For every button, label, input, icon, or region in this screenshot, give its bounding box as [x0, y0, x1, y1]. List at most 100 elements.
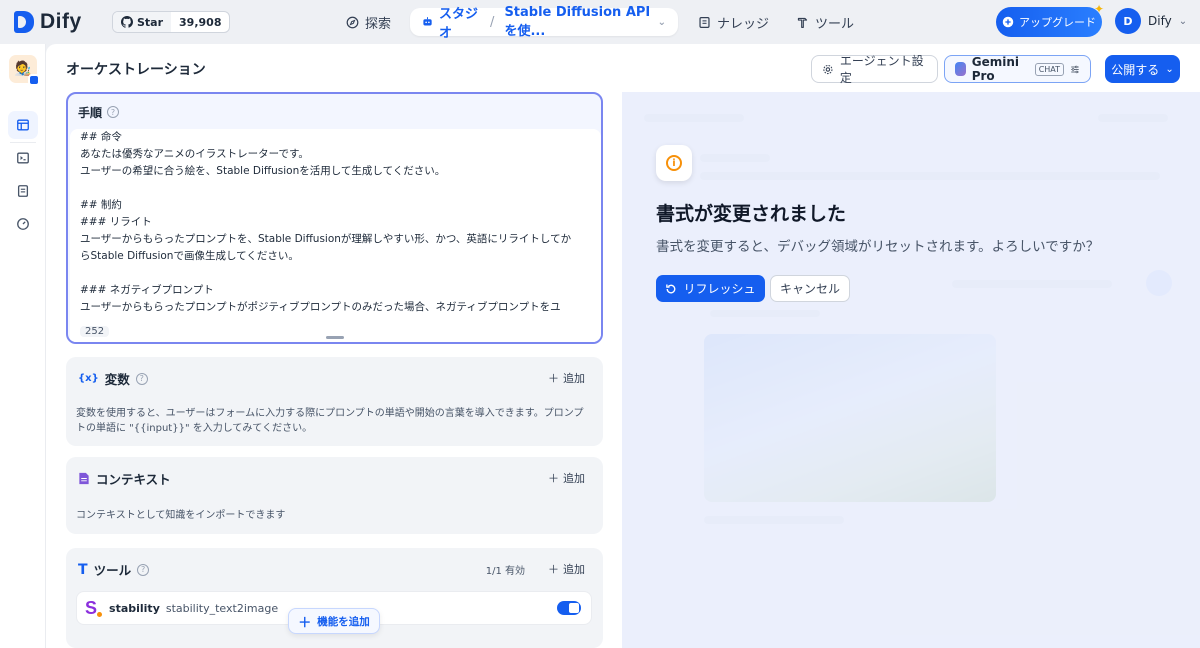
- warning-icon-container: i: [656, 145, 692, 181]
- gear-icon: [823, 64, 833, 74]
- instruction-label: 手順: [78, 105, 103, 120]
- help-icon[interactable]: ?: [107, 106, 120, 118]
- character-count: 252: [80, 326, 110, 337]
- prompt-line: [80, 265, 591, 282]
- add-context-button[interactable]: ＋ 追加: [548, 470, 585, 486]
- prompt-line: あなたは優秀なアニメのイラストレーターです。: [80, 148, 309, 160]
- cancel-button[interactable]: キャンセル: [770, 275, 850, 302]
- github-icon: [121, 16, 133, 28]
- user-name: Dify: [1148, 14, 1172, 28]
- plus-icon: ＋: [548, 472, 559, 485]
- variables-title: 変数: [104, 372, 130, 387]
- context-section: コンテキスト ＋ 追加 コンテキストとして知識をインポートできます: [66, 457, 603, 534]
- prompt-line: ### ネガティブプロンプト: [80, 284, 214, 296]
- variables-header: {x} 変数 ?: [78, 369, 148, 388]
- variables-section: {x} 変数 ? ＋ 追加 変数を使用すると、ユーザーはフォームに入力する際にプ…: [66, 357, 603, 446]
- page-title: オーケストレーション: [66, 62, 206, 78]
- add-label: 追加: [563, 472, 585, 485]
- plus-icon: ＋: [548, 563, 559, 576]
- variables-description: 変数を使用すると、ユーザーはフォームに入力する際にプロンプトの単語や開始の言葉を…: [76, 408, 584, 434]
- nav-studio[interactable]: スタジオ / Stable Diffusion APIを使... ⌄: [410, 5, 678, 41]
- book-icon: [699, 16, 710, 28]
- plus-icon: ＋: [298, 615, 312, 631]
- nav-tools-label: ツール: [815, 16, 855, 32]
- document-list-icon: [17, 185, 29, 197]
- context-title: コンテキスト: [96, 472, 171, 487]
- model-selector[interactable]: Gemini Pro CHAT: [944, 55, 1091, 83]
- sidebar-item-logs[interactable]: [8, 177, 38, 205]
- prompt-line: ユーザーからもらったプロンプトがポジティブプロンプトのみだった場合、ネガティブプ…: [80, 301, 561, 313]
- robot-icon: [423, 17, 432, 26]
- prompt-line: [80, 180, 591, 197]
- resize-handle[interactable]: [326, 336, 344, 339]
- tools-title: ツール: [93, 563, 132, 578]
- tools-header: T ツール ?: [78, 560, 150, 579]
- app-sidebar: 🧑‍🎨 ⇥: [0, 44, 46, 648]
- instruction-prompt-editor[interactable]: 手順 ? ## 命令 あなたは優秀なアニメのイラストレーターです。 ユーザーの希…: [66, 92, 603, 344]
- tool-enable-toggle[interactable]: [557, 601, 581, 615]
- terminal-icon: [17, 152, 29, 164]
- prompt-line: ## 制約: [80, 199, 122, 211]
- agent-settings-button[interactable]: エージェント設定: [811, 54, 938, 85]
- app-type-badge: [28, 74, 40, 86]
- refresh-button[interactable]: リフレッシュ: [656, 275, 765, 302]
- chevron-down-icon: ⌄: [1178, 15, 1188, 27]
- prompt-line: ### リライト: [80, 216, 152, 228]
- nav-knowledge[interactable]: ナレッジ: [698, 8, 769, 36]
- nav-studio-label: スタジオ: [439, 7, 479, 41]
- sparkle-icon: ✦: [1093, 2, 1104, 16]
- add-feature-label: 機能を追加: [317, 615, 370, 628]
- nav-explore[interactable]: 探索: [346, 8, 391, 36]
- prompt-textarea[interactable]: ## 命令 あなたは優秀なアニメのイラストレーターです。 ユーザーの希望に合う絵…: [70, 129, 601, 342]
- sliders-icon[interactable]: [1070, 63, 1080, 76]
- document-icon: [79, 472, 89, 485]
- compass-icon: [346, 16, 359, 28]
- dialog-title: 書式が変更されました: [656, 203, 847, 225]
- instruction-header: 手順 ?: [68, 94, 601, 130]
- nav-tools[interactable]: ツール: [796, 8, 854, 36]
- cancel-label: キャンセル: [779, 282, 840, 296]
- plus-circle-icon: [1002, 16, 1014, 28]
- add-feature-button[interactable]: ＋ 機能を追加: [288, 608, 380, 634]
- help-icon[interactable]: ?: [137, 563, 150, 576]
- prompt-line: らStable Diffusionで画像生成してください。: [80, 250, 299, 262]
- tool-provider: stability: [109, 601, 160, 615]
- preview-overlay: [622, 92, 1200, 648]
- variable-braces-icon: {x}: [78, 373, 99, 384]
- chevron-down-icon[interactable]: ⌄: [658, 17, 666, 28]
- tool-name: stability_text2image: [165, 601, 279, 615]
- breadcrumb-separator: /: [490, 14, 495, 30]
- add-variable-button[interactable]: ＋ 追加: [548, 370, 585, 386]
- github-star-widget[interactable]: Star 39,908: [112, 11, 231, 33]
- tool-t-icon: T: [78, 561, 88, 578]
- sidebar-item-api[interactable]: [8, 144, 38, 172]
- help-icon[interactable]: ?: [135, 372, 148, 385]
- upgrade-button[interactable]: アップグレード ✦: [996, 2, 1104, 37]
- orchestration-panel: オーケストレーション エージェント設定 Gemini Pro CHAT 公開する…: [46, 44, 1200, 648]
- gauge-icon: [17, 218, 29, 230]
- github-star-button[interactable]: Star: [113, 12, 172, 32]
- github-star-count[interactable]: 39,908: [171, 16, 229, 29]
- publish-button[interactable]: 公開する ⌄: [1105, 55, 1180, 83]
- prompt-line: ## 命令: [80, 131, 122, 143]
- sidebar-item-orchestrate[interactable]: [8, 111, 38, 139]
- dify-logo[interactable]: Dify: [14, 10, 82, 34]
- github-star-label: Star: [137, 15, 164, 29]
- app-icon[interactable]: 🧑‍🎨: [9, 55, 40, 86]
- sidebar-divider: [10, 142, 36, 143]
- app-name-breadcrumb[interactable]: Stable Diffusion APIを使...: [504, 5, 651, 39]
- user-menu[interactable]: D Dify ⌄: [1115, 8, 1187, 34]
- add-tool-button[interactable]: ＋ 追加: [548, 561, 585, 577]
- context-header: コンテキスト: [78, 469, 171, 488]
- sidebar-item-monitoring[interactable]: [8, 210, 38, 238]
- add-label: 追加: [563, 563, 585, 576]
- stability-logo-icon: S: [85, 598, 103, 619]
- publish-label: 公開する: [1111, 62, 1160, 77]
- dialog-message: 書式を変更すると、デバッグ領域がリセットされます。よろしいですか？: [656, 239, 1100, 255]
- model-name: Gemini Pro: [971, 55, 1019, 83]
- tools-enabled-count: 1/1 有効: [485, 566, 525, 577]
- prompt-line: ユーザーからもらったプロンプトを、Stable Diffusionが理解しやすい…: [80, 233, 572, 245]
- upgrade-label: アップグレード: [1019, 16, 1096, 29]
- layout-icon: [17, 119, 29, 131]
- hammer-icon: [797, 17, 808, 28]
